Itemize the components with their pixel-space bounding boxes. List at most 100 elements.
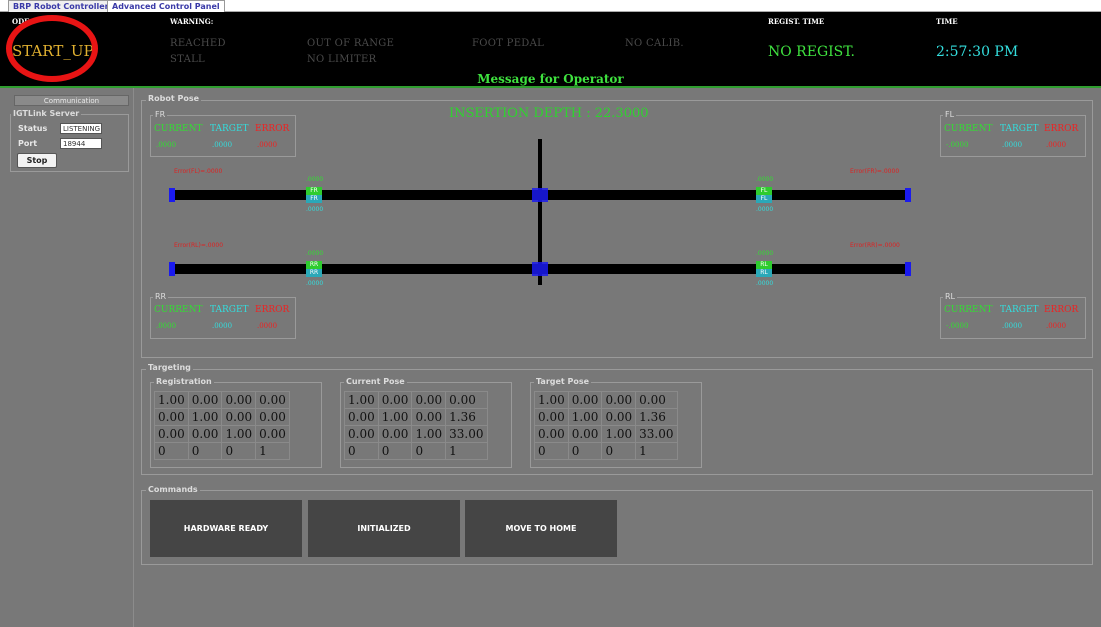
fl-current-header: CURRENT bbox=[944, 124, 993, 134]
fl-marker[interactable]: FL FL bbox=[756, 187, 772, 203]
rr-error-header: ERROR bbox=[255, 305, 290, 315]
matrix-cell: 1.36 bbox=[635, 408, 678, 426]
rl-error-header: ERROR bbox=[1044, 305, 1079, 315]
front-error-right: Error(FR)=.0000 bbox=[850, 168, 900, 175]
fl-target-value: .0000 bbox=[1002, 141, 1023, 149]
matrix-cell: 1.00 bbox=[154, 391, 189, 409]
port-label: Port bbox=[18, 139, 38, 148]
initialized-button[interactable]: INITIALIZED bbox=[308, 500, 460, 557]
warning-reached: REACHED bbox=[170, 38, 226, 49]
rr-marker[interactable]: RR RR bbox=[306, 261, 322, 277]
fr-error-header: ERROR bbox=[255, 124, 290, 134]
time-value: 2:57:30 PM bbox=[936, 44, 1019, 60]
rr-target-value: .0000 bbox=[212, 322, 233, 330]
matrix-cell: 1 bbox=[635, 442, 678, 460]
rr-pose-box bbox=[150, 297, 296, 339]
matrix-cell: 0.00 bbox=[255, 425, 290, 443]
matrix-row: 0001 bbox=[154, 442, 290, 460]
rr-current-header: CURRENT bbox=[154, 305, 203, 315]
rr-marker-bottom: RR bbox=[306, 269, 322, 277]
matrix-cell: 0 bbox=[221, 442, 257, 460]
targeting-title: Targeting bbox=[146, 363, 193, 372]
rear-error-right: Error(RR)=.0000 bbox=[850, 242, 900, 249]
warning-label: WARNING: bbox=[170, 17, 214, 26]
target-pose-title: Target Pose bbox=[534, 377, 592, 386]
fl-target-header: TARGET bbox=[1000, 124, 1039, 134]
rr-current-value: .0000 bbox=[156, 322, 177, 330]
fl-error-value: .0000 bbox=[1046, 141, 1067, 149]
matrix-cell: 0.00 bbox=[377, 391, 413, 409]
matrix-cell: 0.00 bbox=[534, 425, 569, 443]
rl-pose-box bbox=[940, 297, 1086, 339]
matrix-cell: 0.00 bbox=[154, 425, 189, 443]
front-rail-left-end bbox=[169, 188, 175, 202]
matrix-cell: 0.00 bbox=[187, 391, 223, 409]
matrix-cell: 0.00 bbox=[221, 408, 257, 426]
matrix-cell: 0.00 bbox=[154, 408, 189, 426]
rl-marker-above: .0000 bbox=[756, 250, 774, 257]
status-label: Status bbox=[18, 124, 48, 133]
igtlink-title: IGTLink Server bbox=[11, 109, 82, 118]
regist-time-value: NO REGIST. bbox=[768, 44, 855, 60]
fl-box-label: FL bbox=[943, 110, 957, 119]
matrix-row: 1.00 0.00 0.00 0.00 bbox=[534, 391, 678, 409]
rl-marker-below: .0000 bbox=[756, 280, 774, 287]
fr-target-value: .0000 bbox=[212, 141, 233, 149]
warning-no-calib: NO CALIB. bbox=[625, 38, 684, 49]
fr-pose-box bbox=[150, 115, 296, 157]
warning-out-of-range: OUT OF RANGE bbox=[307, 38, 395, 49]
matrix-cell: 0 bbox=[344, 442, 379, 460]
warning-stall: STALL bbox=[170, 54, 205, 65]
port-field[interactable]: 18944 bbox=[60, 138, 102, 149]
current-pose-matrix: 1.00 0.00 0.00 0.00 0.00 1.00 0.00 1.36 0.00 0.00… bbox=[344, 391, 488, 460]
fl-current-value: -.0000 bbox=[946, 141, 969, 149]
fr-marker[interactable]: FR FR bbox=[306, 187, 322, 203]
matrix-cell: 0 bbox=[601, 442, 637, 460]
fr-box-label: FR bbox=[153, 110, 168, 119]
matrix-cell: 0.00 bbox=[255, 408, 290, 426]
matrix-cell: 1.00 bbox=[567, 408, 603, 426]
regist-time-label: REGIST. TIME bbox=[768, 17, 825, 26]
matrix-cell: 0.00 bbox=[567, 391, 603, 409]
matrix-cell: 0 bbox=[154, 442, 189, 460]
matrix-cell: 0 bbox=[411, 442, 447, 460]
matrix-row: 0.00 0.00 1.00 0.00 bbox=[154, 425, 290, 443]
fr-marker-below: .0000 bbox=[306, 206, 324, 213]
status-field[interactable]: LISTENING bbox=[60, 123, 102, 134]
tab-brp-robot-controller[interactable]: BRP Robot Controller bbox=[8, 0, 114, 12]
fl-marker-top: FL bbox=[756, 187, 772, 195]
rr-marker-top: RR bbox=[306, 261, 322, 269]
time-label: TIME bbox=[936, 17, 958, 26]
matrix-cell: 1.00 bbox=[534, 391, 569, 409]
fl-marker-bottom: FL bbox=[756, 195, 772, 203]
rl-marker-top: RL bbox=[756, 261, 772, 269]
matrix-cell: 33.00 bbox=[445, 425, 488, 443]
fr-marker-above: .0000 bbox=[306, 176, 324, 183]
insertion-depth: INSERTION DEPTH : 22.3000 bbox=[449, 106, 649, 121]
front-rail-right-end bbox=[905, 188, 911, 202]
front-error-left: Error(FL)=.0000 bbox=[174, 168, 223, 175]
fl-error-header: ERROR bbox=[1044, 124, 1079, 134]
fl-marker-below: .0000 bbox=[756, 206, 774, 213]
target-pose-matrix: 1.00 0.00 0.00 0.00 0.00 1.00 0.00 1.36 0.00 0.00… bbox=[534, 391, 678, 460]
move-to-home-button[interactable]: MOVE TO HOME bbox=[465, 500, 617, 557]
fr-marker-top: FR bbox=[306, 187, 322, 195]
rr-marker-above: .0000 bbox=[306, 250, 324, 257]
front-rail-center bbox=[532, 188, 548, 202]
stop-button[interactable]: Stop bbox=[17, 153, 57, 168]
current-pose-title: Current Pose bbox=[344, 377, 407, 386]
rl-marker[interactable]: RL RL bbox=[756, 261, 772, 277]
matrix-cell: 0.00 bbox=[377, 425, 413, 443]
matrix-row: 1.00 0.00 0.00 0.00 bbox=[344, 391, 488, 409]
rl-error-value: .0000 bbox=[1046, 322, 1067, 330]
matrix-cell: 1.00 bbox=[601, 425, 637, 443]
hardware-ready-button[interactable]: HARDWARE READY bbox=[150, 500, 302, 557]
highlight-ring bbox=[6, 15, 98, 82]
rr-marker-below: .0000 bbox=[306, 280, 324, 287]
matrix-cell: 0 bbox=[187, 442, 223, 460]
matrix-row: 0.00 0.00 1.00 33.00 bbox=[344, 425, 488, 443]
matrix-cell: 0.00 bbox=[411, 391, 447, 409]
matrix-row: 0.00 0.00 1.00 33.00 bbox=[534, 425, 678, 443]
matrix-cell: 0.00 bbox=[601, 391, 637, 409]
tab-advanced-control-panel[interactable]: Advanced Control Panel bbox=[107, 0, 225, 12]
